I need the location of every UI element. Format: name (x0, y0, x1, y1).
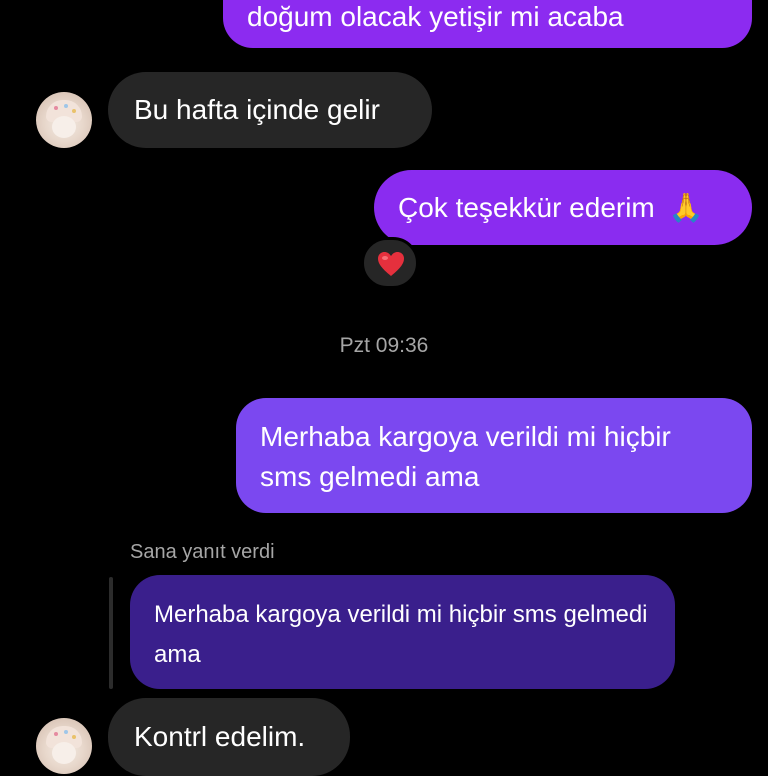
message-text: Kontrl edelim. (134, 721, 306, 752)
contact-avatar[interactable] (36, 718, 92, 774)
quoted-message[interactable]: Merhaba kargoya verildi mi hiçbir sms ge… (130, 575, 675, 689)
outgoing-message[interactable]: Merhaba kargoya verildi mi hiçbir sms ge… (236, 398, 752, 513)
heart-icon (378, 252, 404, 276)
message-text: doğum olacak yetişir mi acaba (247, 1, 624, 32)
reaction-badge[interactable] (361, 237, 419, 289)
reply-indicator-bar (109, 577, 113, 689)
outgoing-message[interactable]: doğum olacak yetişir mi acaba (223, 0, 752, 48)
incoming-message[interactable]: Kontrl edelim. (108, 698, 350, 776)
outgoing-message[interactable]: Çok teşekkür ederim 🙏 (374, 170, 752, 245)
incoming-message[interactable]: Bu hafta içinde gelir (108, 72, 432, 148)
folded-hands-emoji: 🙏 (668, 192, 704, 223)
reply-label: Sana yanıt verdi (130, 541, 275, 563)
message-text: Bu hafta içinde gelir (134, 94, 380, 125)
quoted-text: Merhaba kargoya verildi mi hiçbir sms ge… (154, 601, 648, 668)
contact-avatar[interactable] (36, 92, 92, 148)
message-text: Merhaba kargoya verildi mi hiçbir sms ge… (260, 421, 671, 492)
message-text: Çok teşekkür ederim (398, 192, 655, 223)
timestamp: Pzt 09:36 (339, 334, 429, 357)
